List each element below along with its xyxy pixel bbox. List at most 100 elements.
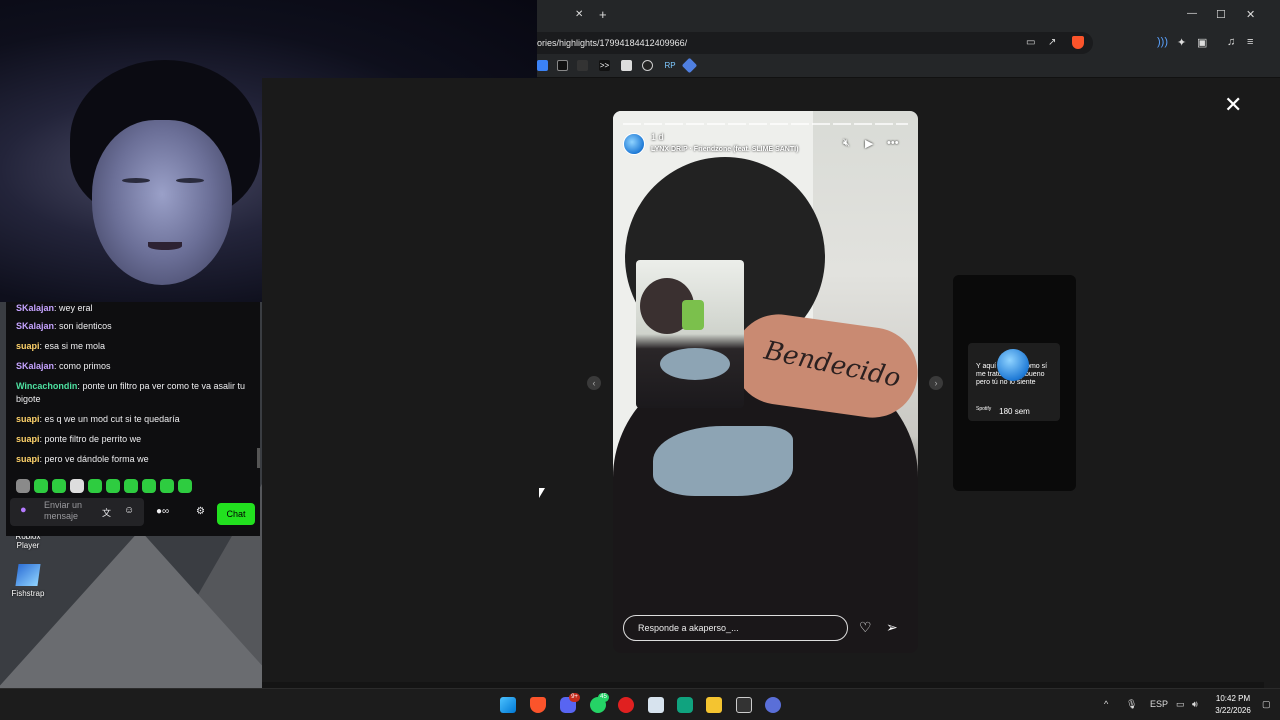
inset-shirt-logo: [660, 348, 730, 380]
clock-time[interactable]: 10:42 PM: [1213, 694, 1253, 703]
whatsapp-badge: 45: [598, 693, 609, 702]
desktop-icon-label: Fishstrap: [11, 589, 45, 598]
chat-scrollbar[interactable]: [257, 448, 260, 468]
vertical-scrollbar[interactable]: [1264, 78, 1280, 688]
close-story-icon[interactable]: ✕: [1224, 92, 1242, 118]
next-story-arrow[interactable]: ›: [929, 376, 943, 390]
emote-icon[interactable]: [16, 479, 30, 493]
microphone-icon[interactable]: 🎙︎: [1126, 699, 1137, 710]
media-icon[interactable]: ♫: [1227, 36, 1235, 48]
app-icon[interactable]: [736, 697, 752, 713]
play-icon[interactable]: ▶: [865, 137, 873, 150]
chat-message: Wincachondin: ponte un filtro pa ver com…: [16, 381, 246, 404]
story-viewer[interactable]: Bendecido 1 d LYNX DRIP · Friendzone (fe…: [613, 111, 918, 653]
menu-icon[interactable]: ≡: [1247, 36, 1253, 48]
chat-input[interactable]: ● Enviar un mensaje 文 ☺: [10, 498, 144, 526]
send-icon[interactable]: ➢: [886, 619, 898, 636]
extensions-icon[interactable]: ✦: [1177, 36, 1186, 49]
chat-username[interactable]: suapi: [16, 454, 40, 464]
chat-username[interactable]: SKalajan: [16, 361, 54, 371]
mic-icon[interactable]: ●: [20, 504, 27, 516]
next-story-preview[interactable]: Y aquí te igual como sí me trato de ser …: [953, 275, 1076, 491]
notepad-icon[interactable]: [648, 697, 664, 713]
window-maximize-button[interactable]: ☐: [1216, 8, 1226, 21]
bookmark-terminal-icon[interactable]: >>: [599, 60, 610, 71]
chat-username[interactable]: Wincachondin: [16, 381, 77, 391]
story-music-label[interactable]: LYNX DRIP · Friendzone (feat. SLIME SANT…: [651, 146, 798, 153]
story-progress-segment: [896, 123, 908, 125]
bookmark-rp-icon[interactable]: RP: [662, 60, 678, 71]
window-minimize-button[interactable]: —: [1187, 8, 1197, 19]
chat-username[interactable]: suapi: [16, 414, 40, 424]
emote-icon[interactable]: [106, 479, 120, 493]
file-explorer-icon[interactable]: [706, 697, 722, 713]
like-heart-icon[interactable]: ♡: [859, 619, 872, 636]
emote-bar: [16, 479, 248, 493]
settings-gear-icon[interactable]: ⚙: [196, 506, 205, 517]
more-options-icon[interactable]: •••: [887, 137, 899, 149]
story-progress-segment: [623, 123, 641, 125]
language-indicator[interactable]: ESP: [1150, 699, 1168, 709]
youtube-music-icon[interactable]: [618, 697, 634, 713]
chat-text: son identicos: [59, 321, 112, 331]
emote-icon[interactable]: [88, 479, 102, 493]
story-progress-segment: [707, 123, 725, 125]
desktop-icon-fishstrap[interactable]: Fishstrap: [4, 564, 52, 598]
chat-username[interactable]: suapi: [16, 434, 40, 444]
mute-icon[interactable]: 🔇︎: [843, 137, 850, 150]
emote-icon[interactable]: [70, 479, 84, 493]
url-field[interactable]: ories/highlights/17994184412409966/: [537, 32, 1093, 54]
chat-username[interactable]: suapi: [16, 341, 40, 351]
share-icon[interactable]: ↗: [1048, 37, 1056, 48]
cast-icon[interactable]: ▭: [1026, 37, 1035, 48]
emote-icon[interactable]: [142, 479, 156, 493]
chat-send-button[interactable]: Chat: [217, 503, 255, 525]
story-progress-segment: [770, 123, 788, 125]
volume-icon[interactable]: 🔊︎: [1192, 699, 1198, 710]
emoji-icon[interactable]: ☺: [124, 505, 134, 516]
chat-username[interactable]: SKalajan: [16, 321, 54, 331]
story-progress-segment: [854, 123, 872, 125]
bookmark-icon[interactable]: [577, 60, 588, 71]
translate-icon[interactable]: 文: [102, 506, 111, 519]
emote-icon[interactable]: [160, 479, 174, 493]
emote-icon[interactable]: [178, 479, 192, 493]
bookmark-icon[interactable]: [557, 60, 568, 71]
story-progress-segment: [644, 123, 662, 125]
emote-icon[interactable]: [52, 479, 66, 493]
show-hidden-icons[interactable]: ^: [1104, 699, 1108, 709]
emote-icon[interactable]: [124, 479, 138, 493]
story-progress-segment: [791, 123, 809, 125]
windows-taskbar: 9+ 45 ^ 🎙︎ ESP ▭ 🔊︎ 10:42 PM 3/22/2026 ▢: [0, 688, 1280, 720]
audio-playing-icon[interactable]: ))): [1157, 36, 1168, 48]
wallet-icon[interactable]: ▣: [1197, 36, 1207, 49]
bookmark-icon[interactable]: [537, 60, 548, 71]
story-author-avatar[interactable]: [623, 133, 645, 155]
notifications-icon[interactable]: ▢: [1262, 699, 1271, 710]
chatgpt-icon[interactable]: [677, 697, 693, 713]
chat-input-placeholder: Enviar un mensaje: [44, 500, 83, 521]
chat-message: suapi: es q we un mod cut si te quedaría: [16, 414, 180, 424]
emote-icon[interactable]: [34, 479, 48, 493]
bookmark-icon[interactable]: [621, 60, 632, 71]
bookmark-icon[interactable]: [681, 57, 698, 74]
previous-story-arrow[interactable]: ‹: [587, 376, 601, 390]
brave-shield-icon[interactable]: [1072, 36, 1084, 49]
chat-username[interactable]: SKalajan: [16, 303, 54, 313]
start-windows-icon[interactable]: [500, 697, 516, 713]
new-tab-button[interactable]: +: [599, 7, 607, 22]
chat-text: es q we un mod cut si te quedaría: [44, 414, 180, 424]
network-icon[interactable]: ▭: [1176, 699, 1185, 710]
settings-app-icon[interactable]: [765, 697, 781, 713]
clock-date[interactable]: 3/22/2026: [1209, 706, 1257, 715]
tab-close-icon[interactable]: ✕: [575, 9, 583, 20]
chat-message: SKalajan: como primos: [16, 361, 111, 371]
webcam-eye: [122, 178, 150, 183]
url-text: ories/highlights/17994184412409966/: [537, 38, 688, 48]
bits-icon[interactable]: ●∞: [156, 506, 169, 517]
story-reply-input[interactable]: Responde a akaperso_...: [623, 615, 848, 641]
window-close-button[interactable]: ✕: [1246, 8, 1255, 21]
chat-text: wey eral: [59, 303, 93, 313]
brave-browser-icon[interactable]: [530, 697, 546, 713]
bookmark-icon[interactable]: [642, 60, 653, 71]
